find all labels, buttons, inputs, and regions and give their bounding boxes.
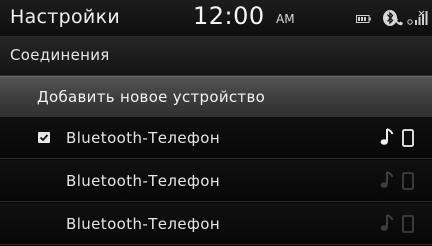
status-bar: Настройки 12:00 AM [0,0,432,37]
phone-handset-icon [402,172,414,190]
phone-handset-icon [402,215,414,233]
device-row-1[interactable]: Bluetooth-Телефон [0,117,432,159]
music-note-icon [380,171,394,188]
music-note-icon [380,128,394,145]
add-new-device-button[interactable]: Добавить новое устройство [0,76,432,118]
device-row-2[interactable]: Bluetooth-Телефон [0,160,432,202]
settings-screen: Настройки 12:00 AM Соединения Добавить н… [0,0,432,246]
section-title: Соединения [10,46,110,64]
clock-ampm: AM [276,12,295,26]
device-name: Bluetooth-Телефон [66,215,221,233]
section-header: Соединения [0,37,432,76]
bluetooth-phone-icon [383,10,403,26]
signal-icon [407,10,428,25]
device-name: Bluetooth-Телефон [66,172,221,190]
app-title: Настройки [10,6,121,28]
device-row-3[interactable]: Bluetooth-Телефон [0,203,432,245]
add-new-device-label: Добавить новое устройство [37,88,266,106]
phone-handset-icon [402,129,414,147]
checkmark-icon [38,132,50,143]
battery-icon [356,15,371,23]
music-note-icon [380,214,394,231]
clock-time: 12:00 [193,2,265,30]
device-name: Bluetooth-Телефон [66,129,221,147]
